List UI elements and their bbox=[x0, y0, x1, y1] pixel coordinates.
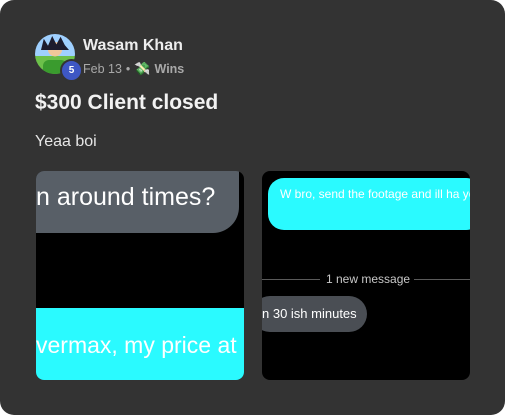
divider-line bbox=[262, 279, 320, 280]
post-meta: Feb 13 • 💸 Wins bbox=[83, 61, 184, 77]
money-wings-icon: 💸 bbox=[134, 61, 151, 76]
post-title[interactable]: $300 Client closed bbox=[35, 91, 218, 115]
post-body: Yeaa boi bbox=[35, 133, 97, 150]
divider-line bbox=[414, 279, 470, 280]
attached-image-2[interactable]: W bro, send the footage and ill ha you 1… bbox=[262, 171, 470, 380]
post-date: Feb 13 bbox=[83, 62, 122, 76]
chat-bubble-gray: n around times? bbox=[36, 171, 239, 233]
chat-text: W bro, send the footage and ill ha you bbox=[280, 187, 470, 201]
level-badge: 5 bbox=[60, 59, 83, 82]
new-message-divider: 1 new message bbox=[262, 272, 470, 286]
author-name[interactable]: Wasam Khan bbox=[83, 37, 183, 55]
meta-separator: • bbox=[125, 62, 131, 76]
category-label[interactable]: Wins bbox=[155, 62, 185, 76]
chat-bubble-cyan: vermax, my price at bbox=[36, 308, 244, 380]
attached-image-1[interactable]: n around times? vermax, my price at bbox=[36, 171, 244, 380]
divider-label: 1 new message bbox=[326, 272, 411, 286]
avatar-hair bbox=[41, 36, 69, 50]
chat-text: vermax, my price at bbox=[36, 332, 237, 358]
chat-bubble-cyan: W bro, send the footage and ill ha you bbox=[268, 178, 470, 230]
chat-bubble-gray: n 30 ish minutes bbox=[262, 296, 367, 332]
chat-text: n around times? bbox=[36, 183, 216, 211]
chat-text: n 30 ish minutes bbox=[262, 306, 357, 321]
post-card[interactable]: 5 Wasam Khan Feb 13 • 💸 Wins $300 Client… bbox=[0, 0, 505, 415]
